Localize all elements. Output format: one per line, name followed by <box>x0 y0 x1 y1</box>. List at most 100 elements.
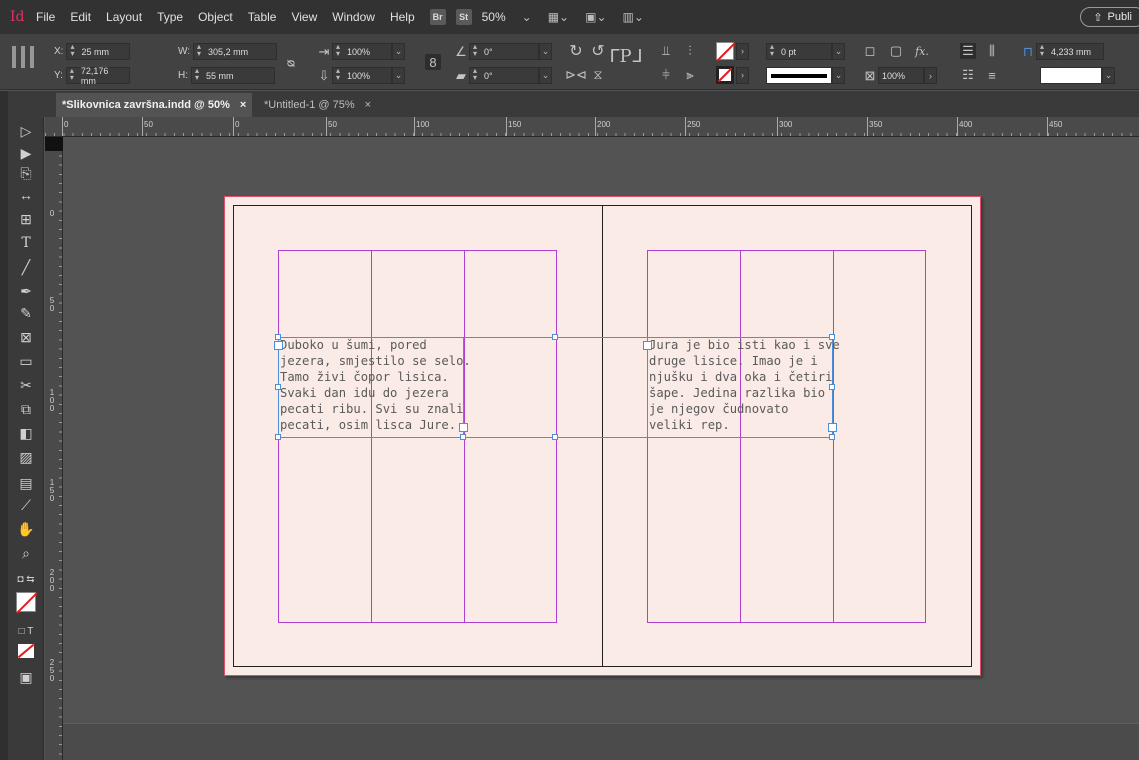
screen-mode-icon[interactable]: ▣⌄ <box>585 10 606 24</box>
width-field[interactable]: 305,2 mm <box>193 42 278 60</box>
menu-window[interactable]: Window <box>332 10 375 24</box>
frame-text-right[interactable]: Jura je bio isti kao i sve druge lisice.… <box>649 338 840 433</box>
stroke-type-select[interactable] <box>766 67 832 84</box>
rotate-cw-icon[interactable]: ↻ <box>568 43 584 60</box>
rectangle-frame-tool-icon[interactable]: ⊠ <box>12 327 40 347</box>
reference-point-icon[interactable] <box>12 46 34 68</box>
fill-dropdown[interactable]: › <box>736 42 749 60</box>
rotation-dropdown[interactable]: ⌄ <box>539 43 552 60</box>
stroke-dropdown[interactable]: › <box>736 66 749 84</box>
distribute-icon[interactable]: ⫶ <box>682 43 698 59</box>
fill-none-swatch[interactable] <box>716 42 736 62</box>
publish-online-button[interactable]: ⇧ Publi <box>1080 7 1139 27</box>
wrap-around-icon[interactable]: ☷ <box>960 67 976 83</box>
menu-help[interactable]: Help <box>390 10 415 24</box>
flip-vertical-icon[interactable]: ⧖ <box>590 67 606 83</box>
page-spread[interactable]: Duboko u šumi, pored jezera, smjestilo s… <box>224 196 981 676</box>
default-colors-icon[interactable]: ◘ ⇆ <box>12 569 40 589</box>
out-port-handle[interactable] <box>459 423 468 432</box>
align-top-icon[interactable]: ⫫ <box>658 43 674 59</box>
tab-untitled[interactable]: *Untitled-1 @ 75% × <box>260 93 371 117</box>
gradient-swatch-tool-icon[interactable]: ◧ <box>12 423 40 443</box>
opacity-field[interactable]: 100% <box>878 67 924 84</box>
content-collector-icon[interactable]: ⊞ <box>12 209 40 229</box>
frame-handle[interactable] <box>829 334 835 340</box>
in-port-handle[interactable] <box>643 341 652 350</box>
frame-handle[interactable] <box>829 434 835 440</box>
effects-icon[interactable]: fx. <box>914 43 930 59</box>
frame-fitting-icon[interactable]: ◻ <box>862 43 878 59</box>
menu-view[interactable]: View <box>291 10 317 24</box>
scissors-tool-icon[interactable]: ✂ <box>12 375 40 395</box>
direct-selection-tool-icon[interactable]: ▶ <box>12 143 40 163</box>
shear-field[interactable]: 0° <box>469 66 539 84</box>
menu-object[interactable]: Object <box>198 10 233 24</box>
stock-button[interactable]: St <box>455 9 472 25</box>
stroke-weight-dropdown[interactable]: ⌄ <box>832 43 845 60</box>
pencil-tool-icon[interactable]: ✎ <box>12 303 40 323</box>
text-frame-right[interactable]: Jura je bio isti kao i sve druge lisice.… <box>647 337 840 438</box>
flip-horizontal-icon[interactable]: ⊳⊲ <box>565 67 587 83</box>
frame-handle[interactable] <box>460 434 466 440</box>
height-field[interactable]: 55 mm <box>191 66 275 84</box>
chevron-down-icon[interactable]: ⌄ <box>522 10 532 24</box>
frame-handle[interactable] <box>552 434 558 440</box>
ruler-origin[interactable] <box>45 137 63 151</box>
pen-tool-icon[interactable]: ✒ <box>12 281 40 301</box>
close-icon[interactable]: × <box>240 99 246 111</box>
constrain-proportions-icon[interactable]: ᴓ <box>283 54 299 70</box>
frame-handle[interactable] <box>275 384 281 390</box>
eyedropper-tool-icon[interactable]: ⟋ <box>12 495 40 515</box>
page-tool-icon[interactable]: ⎘ <box>12 163 40 183</box>
frame-handle[interactable] <box>275 434 281 440</box>
frame-handle[interactable] <box>275 334 281 340</box>
scale-y-field[interactable]: 100% <box>332 66 392 84</box>
vertical-ruler[interactable]: 0 5 0 1 0 0 1 5 0 2 0 0 2 5 0 <box>45 137 63 760</box>
view-options-icon[interactable]: ▦⌄ <box>548 10 569 24</box>
menu-edit[interactable]: Edit <box>70 10 91 24</box>
menu-table[interactable]: Table <box>248 10 277 24</box>
y-position-field[interactable]: 72,176 mm <box>65 66 130 86</box>
paragraph-p-icon[interactable]: ᒥPᒧ <box>609 46 642 67</box>
columns-icon[interactable]: ⫼ <box>984 43 1000 59</box>
zoom-tool-icon[interactable]: ⌕ <box>12 543 40 563</box>
screen-mode-tool-icon[interactable]: ▣ <box>12 667 40 687</box>
rectangle-tool-icon[interactable]: ▭ <box>12 351 40 371</box>
type-tool-icon[interactable]: T <box>12 233 40 253</box>
link-scale-icon[interactable]: 8 <box>425 54 441 70</box>
close-icon[interactable]: × <box>365 99 371 111</box>
menu-file[interactable]: File <box>36 10 55 24</box>
frame-handle[interactable] <box>552 334 558 340</box>
rotation-field[interactable]: 0° <box>469 42 539 60</box>
formatting-affects-icon[interactable]: □ T <box>12 621 40 641</box>
note-tool-icon[interactable]: ▤ <box>12 473 40 493</box>
frame-text-left[interactable]: Duboko u šumi, pored jezera, smjestilo s… <box>280 338 471 433</box>
align-bottom-icon[interactable]: ⫩ <box>658 67 674 83</box>
fill-stroke-icon[interactable] <box>12 587 40 617</box>
gap-tool-icon[interactable]: ↔ <box>12 185 40 205</box>
stroke-style-dropdown[interactable]: ⌄ <box>1102 67 1115 84</box>
distribute-bottom-icon[interactable]: ⫸ <box>682 67 698 83</box>
text-wrap-icon[interactable]: ☰ <box>960 43 976 59</box>
scale-x-dropdown[interactable]: ⌄ <box>392 43 405 60</box>
bridge-button[interactable]: Br <box>429 9 446 25</box>
scale-x-field[interactable]: 100% <box>332 42 392 60</box>
zoom-level[interactable]: 50% <box>482 10 506 24</box>
stroke-type-dropdown[interactable]: ⌄ <box>832 67 845 84</box>
tab-slikovnica[interactable]: *Slikovnica završna.indd @ 50% × <box>56 93 252 117</box>
x-position-field[interactable]: 25 mm <box>66 42 131 60</box>
gradient-feather-tool-icon[interactable]: ▨ <box>12 447 40 467</box>
menu-layout[interactable]: Layout <box>106 10 142 24</box>
stroke-style-select[interactable] <box>1040 67 1102 84</box>
horizontal-ruler[interactable]: 0 50 0 50 100 150 200 250 300 350 400 45… <box>45 117 1139 137</box>
stroke-weight-field[interactable]: 0 pt <box>766 42 832 60</box>
menu-type[interactable]: Type <box>157 10 183 24</box>
text-frame-left[interactable]: Duboko u šumi, pored jezera, smjestilo s… <box>278 337 471 438</box>
in-port-handle[interactable] <box>274 341 283 350</box>
apply-none-icon[interactable] <box>12 641 40 661</box>
hand-tool-icon[interactable]: ✋ <box>12 519 40 539</box>
opacity-dropdown[interactable]: › <box>924 67 937 84</box>
justify-icon[interactable]: ≡ <box>984 67 1000 83</box>
shear-dropdown[interactable]: ⌄ <box>539 67 552 84</box>
frame-handle[interactable] <box>829 384 835 390</box>
